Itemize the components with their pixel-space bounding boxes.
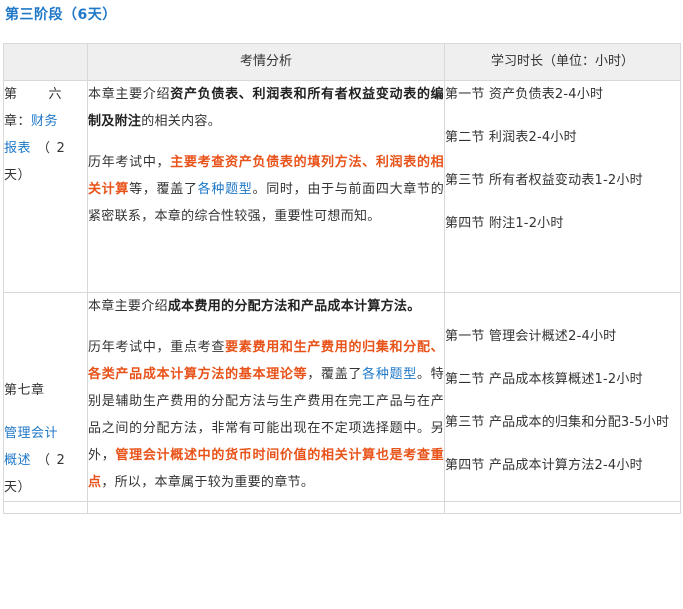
- analysis-text: 本章主要介绍: [88, 299, 168, 314]
- chapter-text: （: [37, 453, 51, 468]
- time-item: 第二节 产品成本核算概述1-2小时: [445, 372, 643, 387]
- chapter-link-financial-statements-2[interactable]: 报表: [4, 141, 31, 156]
- table-row: 第 六 章：财务 报表 （ 2 天） 本章主要介绍资产负债表、利润表和所有者权益变动…: [3, 80, 681, 293]
- time-item: 第四节 附注1-2小时: [445, 216, 564, 231]
- header-chapter: [3, 43, 88, 81]
- chapter-days: 2: [56, 453, 66, 468]
- study-plan-table: 考情分析 学习时长（单位：小时） 第 六 章：财务 报表 （ 2 天） 本章主要介绍…: [3, 43, 681, 514]
- time-item: 第三节 所有者权益变动表1-2小时: [445, 173, 643, 188]
- chapter-link-management-accounting-2[interactable]: 概述: [4, 453, 31, 468]
- table-header-row: 考情分析 学习时长（单位：小时）: [3, 43, 681, 81]
- analysis-text: ，覆盖了: [307, 367, 363, 382]
- table-row: 第七章 管理会计 概述 （ 2 天） 本章主要介绍成本费用的分配方法和产品成本计算方…: [3, 292, 681, 502]
- chapter-cell: 第七章 管理会计 概述 （ 2 天）: [3, 292, 88, 502]
- analysis-bold-text: 成本费用的分配方法和产品成本计算方法。: [167, 299, 421, 314]
- time-item: 第一节 管理会计概述2-4小时: [445, 329, 617, 344]
- time-item: 第一节 资产负债表2-4小时: [445, 87, 604, 102]
- chapter-link-financial-statements[interactable]: 财务: [31, 114, 58, 129]
- empty-cell: [444, 501, 681, 514]
- analysis-paragraph: 历年考试中，主要考查资产负债表的填列方法、利润表的相关计算等，覆盖了各种题型。同…: [88, 149, 444, 230]
- time-cell: 第一节 资产负债表2-4小时 第二节 利润表2-4小时 第三节 所有者权益变动表…: [444, 80, 681, 293]
- table-row-empty: [3, 501, 681, 514]
- analysis-text: 的相关内容。: [141, 114, 222, 129]
- analysis-text: 本章主要介绍: [88, 87, 171, 102]
- time-item: 第三节 产品成本的归集和分配3-5小时: [445, 415, 670, 430]
- chapter-text: 天）: [4, 168, 32, 183]
- analysis-text: 历年考试中，: [88, 155, 171, 170]
- question-types-link[interactable]: 各种题型: [362, 367, 417, 382]
- chapter-link-management-accounting[interactable]: 管理会计: [4, 420, 87, 447]
- analysis-text: 等，覆盖了: [129, 182, 198, 197]
- question-types-link[interactable]: 各种题型: [198, 182, 253, 197]
- chapter-text: 第: [4, 87, 18, 102]
- analysis-text: 历年考试中，重点考查: [88, 340, 226, 355]
- chapter-text: 第七章: [4, 383, 45, 398]
- header-time: 学习时长（单位：小时）: [444, 43, 681, 81]
- time-item: 第二节 利润表2-4小时: [445, 130, 577, 145]
- analysis-text: ，所以，本章属于较为重要的章节。: [101, 475, 315, 490]
- analysis-paragraph: 本章主要介绍成本费用的分配方法和产品成本计算方法。: [88, 293, 444, 320]
- time-item: 第四节 产品成本计算方法2-4小时: [445, 458, 643, 473]
- chapter-text: 章：: [4, 114, 32, 129]
- chapter-days: 2: [56, 141, 66, 156]
- chapter-text: （: [37, 141, 51, 156]
- chapter-text: 天）: [4, 480, 32, 495]
- chapter-text: 六: [48, 87, 62, 102]
- empty-cell: [87, 501, 445, 514]
- analysis-cell: 本章主要介绍成本费用的分配方法和产品成本计算方法。 历年考试中，重点考查要素费用…: [87, 292, 445, 502]
- empty-cell: [3, 501, 88, 514]
- header-analysis: 考情分析: [87, 43, 445, 81]
- time-cell: 第一节 管理会计概述2-4小时 第二节 产品成本核算概述1-2小时 第三节 产品…: [444, 292, 681, 502]
- analysis-cell: 本章主要介绍资产负债表、利润表和所有者权益变动表的编制及附注的相关内容。 历年考…: [87, 80, 445, 293]
- analysis-paragraph: 本章主要介绍资产负债表、利润表和所有者权益变动表的编制及附注的相关内容。: [88, 81, 444, 135]
- chapter-cell: 第 六 章：财务 报表 （ 2 天）: [3, 80, 88, 293]
- stage-title: 第三阶段（6天）: [5, 7, 117, 23]
- analysis-paragraph: 历年考试中，重点考查要素费用和生产费用的归集和分配、各类产品成本计算方法的基本理…: [88, 334, 444, 496]
